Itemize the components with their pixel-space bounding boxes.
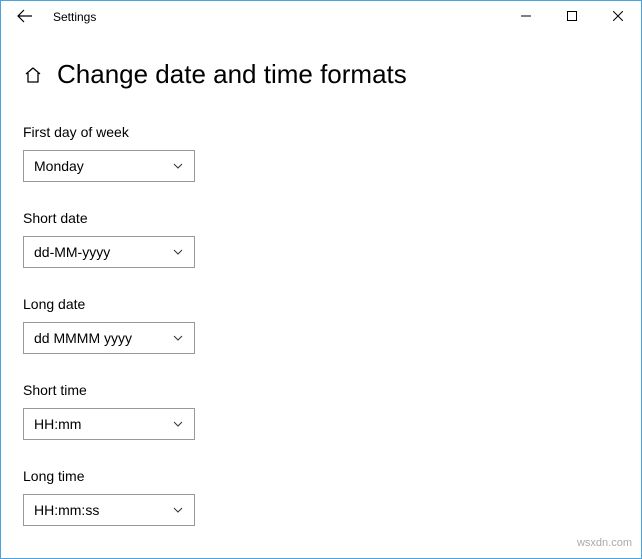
dropdown-long-date[interactable]: dd MMMM yyyy bbox=[23, 322, 195, 354]
back-arrow-icon bbox=[17, 8, 33, 27]
field-label: Short time bbox=[23, 382, 619, 398]
field-long-date: Long date dd MMMM yyyy bbox=[23, 296, 619, 354]
dropdown-first-day-of-week[interactable]: Monday bbox=[23, 150, 195, 182]
minimize-button[interactable] bbox=[503, 1, 549, 33]
back-button[interactable] bbox=[7, 1, 43, 33]
dropdown-long-time[interactable]: HH:mm:ss bbox=[23, 494, 195, 526]
dropdown-value: HH:mm:ss bbox=[34, 502, 99, 518]
maximize-icon bbox=[567, 10, 577, 24]
minimize-icon bbox=[521, 10, 531, 24]
close-button[interactable] bbox=[595, 1, 641, 33]
field-label: Short date bbox=[23, 210, 619, 226]
watermark: wsxdn.com bbox=[577, 537, 632, 549]
close-icon bbox=[613, 10, 623, 24]
chevron-down-icon bbox=[172, 332, 184, 344]
app-title: Settings bbox=[53, 10, 96, 24]
page-title: Change date and time formats bbox=[57, 59, 407, 90]
field-label: Long time bbox=[23, 468, 619, 484]
dropdown-short-date[interactable]: dd-MM-yyyy bbox=[23, 236, 195, 268]
dropdown-value: dd-MM-yyyy bbox=[34, 244, 110, 260]
settings-window: Settings Change bbox=[0, 0, 642, 559]
dropdown-short-time[interactable]: HH:mm bbox=[23, 408, 195, 440]
field-short-time: Short time HH:mm bbox=[23, 382, 619, 440]
field-label: Long date bbox=[23, 296, 619, 312]
page-header: Change date and time formats bbox=[23, 59, 619, 90]
titlebar: Settings bbox=[1, 1, 641, 33]
field-long-time: Long time HH:mm:ss bbox=[23, 468, 619, 526]
chevron-down-icon bbox=[172, 160, 184, 172]
home-icon[interactable] bbox=[23, 65, 43, 85]
field-label: First day of week bbox=[23, 124, 619, 140]
chevron-down-icon bbox=[172, 418, 184, 430]
content-area: Change date and time formats First day o… bbox=[1, 33, 641, 558]
field-short-date: Short date dd-MM-yyyy bbox=[23, 210, 619, 268]
dropdown-value: Monday bbox=[34, 158, 84, 174]
chevron-down-icon bbox=[172, 246, 184, 258]
chevron-down-icon bbox=[172, 504, 184, 516]
maximize-button[interactable] bbox=[549, 1, 595, 33]
titlebar-left: Settings bbox=[1, 1, 503, 33]
dropdown-value: dd MMMM yyyy bbox=[34, 330, 132, 346]
dropdown-value: HH:mm bbox=[34, 416, 81, 432]
window-controls bbox=[503, 1, 641, 33]
field-first-day-of-week: First day of week Monday bbox=[23, 124, 619, 182]
